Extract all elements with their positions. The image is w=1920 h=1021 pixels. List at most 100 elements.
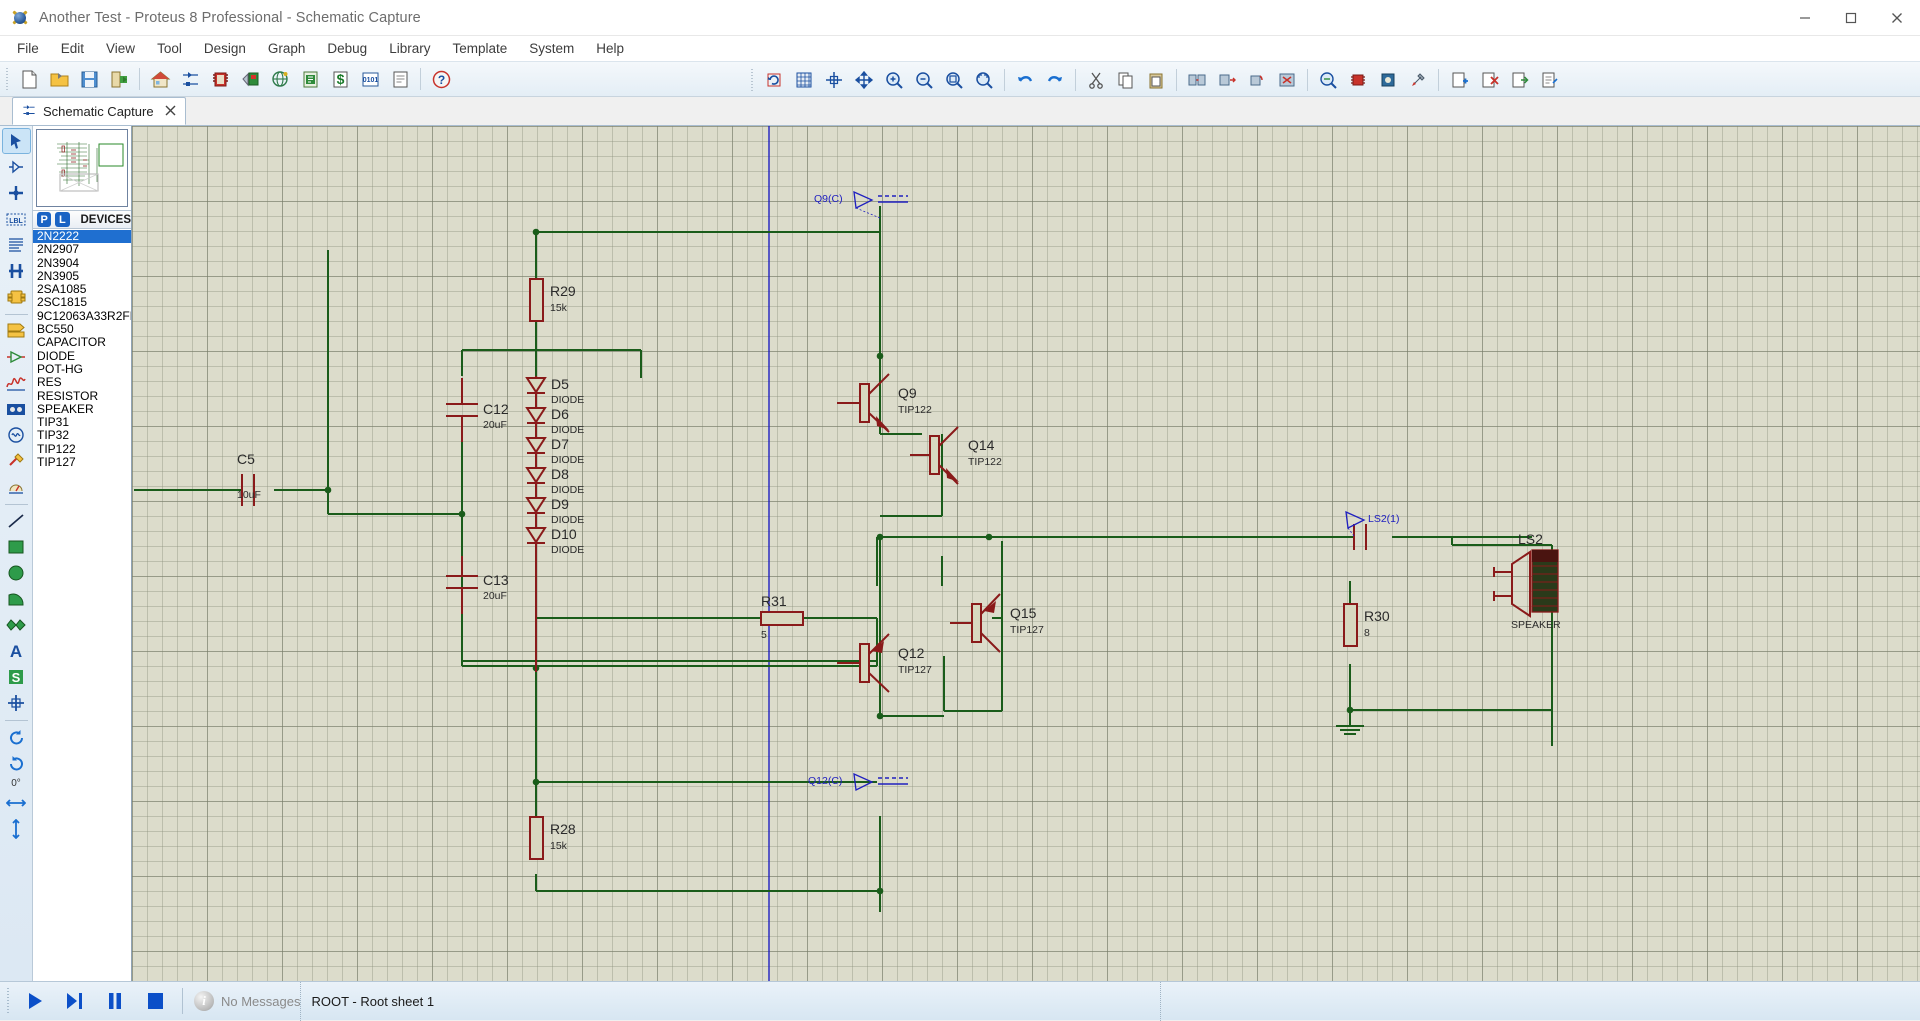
menu-system[interactable]: System [518, 38, 585, 59]
device-item[interactable]: TIP127 [33, 455, 131, 469]
component-C5[interactable]: C5 10uF [237, 451, 261, 506]
2d-line-icon[interactable] [3, 509, 30, 533]
make-device-icon[interactable] [1344, 66, 1372, 94]
output-coupling-capacitor[interactable] [1353, 524, 1367, 550]
close-project-icon[interactable] [105, 65, 133, 93]
overview-preview[interactable] [36, 129, 128, 207]
2d-text-icon[interactable]: A [3, 639, 30, 663]
help-icon[interactable]: ? [427, 65, 455, 93]
device-item[interactable]: DIODE [33, 349, 131, 363]
device-item[interactable]: 9C12063A33R2FKH [33, 309, 131, 323]
zoom-out-icon[interactable] [910, 66, 938, 94]
packaging-tool-icon[interactable] [1374, 66, 1402, 94]
ground-icon[interactable] [1336, 710, 1364, 735]
tape-recorder-mode-icon[interactable] [3, 397, 30, 421]
component-mode-icon[interactable] [3, 155, 30, 179]
zoom-all-icon[interactable] [940, 66, 968, 94]
device-item[interactable]: 2SA1085 [33, 282, 131, 296]
component-R31[interactable]: R31 5 [760, 593, 804, 641]
new-sheet-icon[interactable] [1445, 66, 1473, 94]
menu-graph[interactable]: Graph [257, 38, 317, 59]
schematic-canvas[interactable]: .wire { stroke:#1a5c1a; stroke-width:2; … [132, 126, 1920, 981]
exit-sheet-icon[interactable] [1505, 66, 1533, 94]
sheet-indicator[interactable]: ROOT - Root sheet 1 [300, 981, 1160, 1021]
library-badge[interactable]: L [55, 212, 70, 227]
device-item[interactable]: RES [33, 375, 131, 389]
zoom-area-icon[interactable] [970, 66, 998, 94]
diode-string[interactable]: D5 DIODE D6 DIODE D7 DIODE D8 DIODE D9 D… [525, 376, 584, 672]
terminals-mode-icon[interactable] [3, 319, 30, 343]
device-item[interactable]: POT-HG [33, 362, 131, 376]
selection-mode-icon[interactable] [1, 128, 31, 154]
voltage-probe-mode-icon[interactable] [3, 449, 30, 473]
text-script-mode-icon[interactable] [3, 233, 30, 257]
subcircuit-mode-icon[interactable] [3, 285, 30, 309]
origin-icon[interactable] [820, 66, 848, 94]
component-R28[interactable]: R28 15k [529, 816, 576, 860]
open-project-icon[interactable] [45, 65, 73, 93]
toolbar-grip-2[interactable] [749, 69, 756, 91]
device-item[interactable]: 2N2222 [33, 229, 131, 244]
menu-edit[interactable]: Edit [50, 38, 95, 59]
menu-file[interactable]: File [6, 38, 50, 59]
component-C12[interactable]: C12 20uF [446, 378, 509, 442]
component-C13[interactable]: C13 20uF [446, 556, 509, 614]
redo-icon[interactable] [1041, 66, 1069, 94]
source-code-icon[interactable] [296, 65, 324, 93]
component-R29[interactable]: R29 15k [529, 278, 576, 322]
device-item[interactable]: SPEAKER [33, 402, 131, 416]
component-Q12[interactable]: Q12 TIP127 [837, 633, 932, 693]
save-project-icon[interactable] [75, 65, 103, 93]
animation-step-icon[interactable] [55, 984, 95, 1018]
pick-device-badge[interactable]: P [37, 212, 52, 227]
wire-network[interactable] [134, 206, 1553, 912]
rotate-ccw-icon[interactable] [3, 725, 30, 749]
home-page-icon[interactable] [146, 65, 174, 93]
device-item[interactable]: BC550 [33, 322, 131, 336]
block-rotate-icon[interactable] [1243, 66, 1271, 94]
maximize-button[interactable] [1828, 0, 1874, 36]
bill-of-materials-icon[interactable]: $ [326, 65, 354, 93]
2d-symbol-icon[interactable]: S [3, 665, 30, 689]
device-item[interactable]: 2SC1815 [33, 296, 131, 310]
menu-tool[interactable]: Tool [146, 38, 193, 59]
animation-play-icon[interactable] [15, 984, 55, 1018]
device-item[interactable]: 2N3904 [33, 256, 131, 270]
terminal-Q9C[interactable]: Q9(C) [814, 190, 908, 219]
minimize-button[interactable] [1782, 0, 1828, 36]
rotate-cw-icon[interactable] [3, 751, 30, 775]
2d-box-icon[interactable] [3, 535, 30, 559]
copy-icon[interactable] [1112, 66, 1140, 94]
toolbar-grip[interactable] [4, 68, 11, 90]
device-item[interactable]: RESISTOR [33, 389, 131, 403]
buses-mode-icon[interactable] [3, 259, 30, 283]
vsm-studio-icon[interactable]: 0101 [356, 65, 384, 93]
schematic-drawing[interactable]: .wire { stroke:#1a5c1a; stroke-width:2; … [132, 126, 1920, 981]
device-item[interactable]: 2N3905 [33, 269, 131, 283]
schematic-capture-icon[interactable] [176, 65, 204, 93]
device-item[interactable]: 2N2907 [33, 242, 131, 256]
paste-icon[interactable] [1142, 66, 1170, 94]
bill-materials-report-icon[interactable] [1535, 66, 1563, 94]
menu-library[interactable]: Library [378, 38, 441, 59]
design-explorer-icon[interactable] [266, 65, 294, 93]
menu-view[interactable]: View [95, 38, 146, 59]
block-copy-icon[interactable] [1183, 66, 1211, 94]
component-Q14[interactable]: Q14 TIP122 [910, 426, 1002, 485]
block-delete-icon[interactable] [1273, 66, 1301, 94]
generator-mode-icon[interactable] [3, 423, 30, 447]
2d-arc-icon[interactable] [3, 587, 30, 611]
component-Q15[interactable]: Q15 TIP127 [950, 593, 1044, 653]
pcb-layout-icon[interactable] [206, 65, 234, 93]
pick-device-icon[interactable] [1314, 66, 1342, 94]
2d-marker-icon[interactable] [3, 691, 30, 715]
decompose-icon[interactable] [1404, 66, 1432, 94]
new-project-icon[interactable] [15, 65, 43, 93]
virtual-instruments-mode-icon[interactable] [3, 475, 30, 499]
graph-mode-icon[interactable] [3, 371, 30, 395]
toggle-grid-icon[interactable] [790, 66, 818, 94]
menu-template[interactable]: Template [441, 38, 518, 59]
device-item[interactable]: TIP32 [33, 429, 131, 443]
component-Q9[interactable]: Q9 TIP122 [837, 373, 932, 433]
device-item[interactable]: TIP122 [33, 442, 131, 456]
